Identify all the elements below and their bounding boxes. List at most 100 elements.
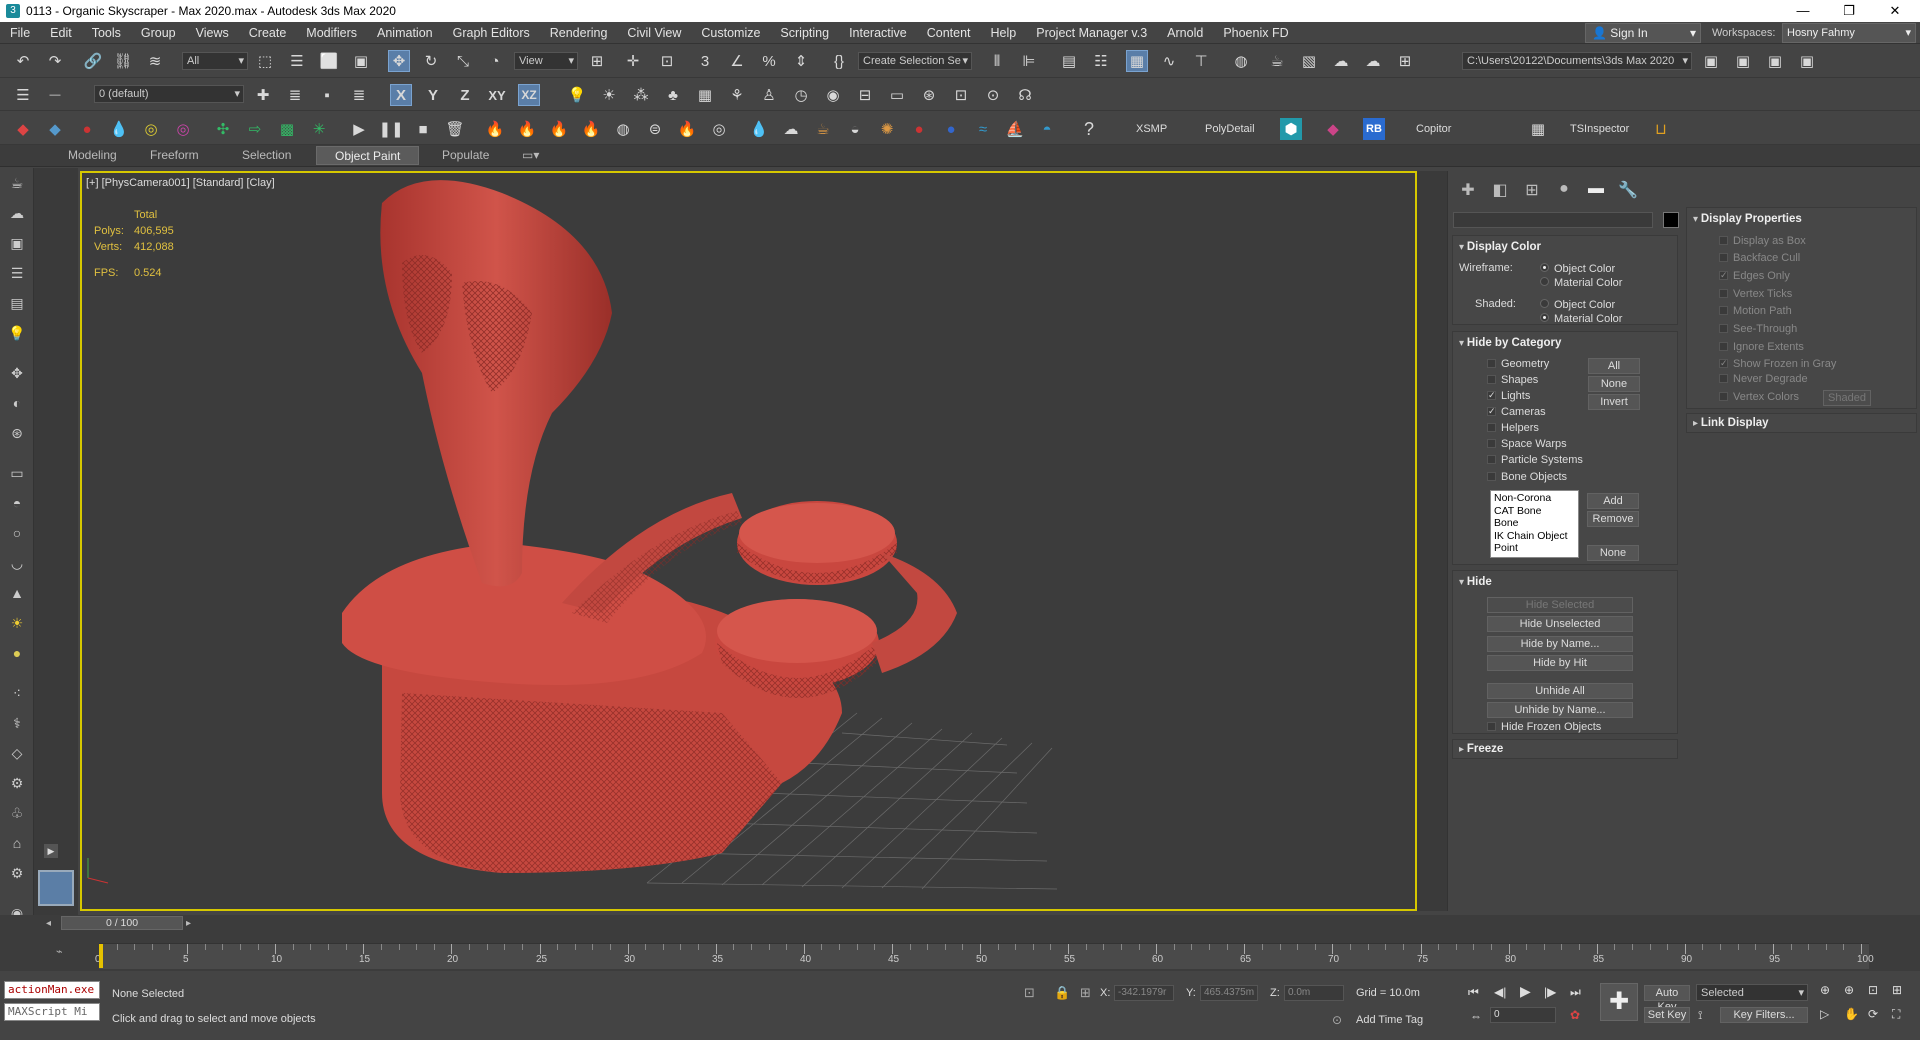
time-slider[interactable]: 0 / 100 <box>61 916 183 930</box>
layer-tools-icon[interactable]: ≣ <box>348 84 370 106</box>
display-tab-icon[interactable]: ▬ <box>1584 180 1608 200</box>
light-icon[interactable]: 💡 <box>566 84 588 106</box>
hide-by-name-button[interactable]: Hide by Name... <box>1487 636 1633 652</box>
swirl-icon[interactable]: ⊜ <box>644 118 666 140</box>
hierarchy-tab-icon[interactable]: ⊞ <box>1520 180 1544 200</box>
undo-icon[interactable]: ↶ <box>12 50 34 72</box>
utilities-tab-icon[interactable]: 🔧 <box>1616 180 1640 200</box>
add-category-button[interactable]: Add <box>1587 493 1639 509</box>
vertex-ticks-checkbox[interactable] <box>1719 289 1728 298</box>
redo-icon[interactable]: ↷ <box>44 50 66 72</box>
axis-y-button[interactable]: Y <box>422 84 444 106</box>
cup-icon[interactable]: ☕ <box>812 118 834 140</box>
wireframe-object-color-radio[interactable] <box>1540 263 1549 272</box>
menu-customize[interactable]: Customize <box>691 22 770 44</box>
scatter-icon[interactable]: ⁖ <box>6 682 28 704</box>
create-layer-icon[interactable]: ✚ <box>252 84 274 106</box>
menu-group[interactable]: Group <box>131 22 186 44</box>
nodes-icon[interactable]: ⊛ <box>6 422 28 444</box>
expand-arrow-icon[interactable]: ▶ <box>44 844 58 858</box>
copitor-button[interactable]: Copitor <box>1416 123 1451 135</box>
clock-icon[interactable]: ◷ <box>790 84 812 106</box>
list-item[interactable]: Non-Corona <box>1494 492 1575 505</box>
pan-icon[interactable]: ✋ <box>1844 1007 1859 1021</box>
go-to-start-icon[interactable]: ⏮ <box>1468 985 1479 1000</box>
tsinspector-button[interactable]: TSInspector <box>1570 123 1629 135</box>
hide-frozen-checkbox[interactable] <box>1487 722 1496 731</box>
project-path-dropdown[interactable]: C:\Users\20122\Documents\3ds Max 2020 ▾ <box>1462 52 1692 70</box>
yellow-circle-icon[interactable]: ◎ <box>140 118 162 140</box>
object-color-swatch[interactable] <box>1663 212 1679 228</box>
menu-project-manager[interactable]: Project Manager v.3 <box>1026 22 1157 44</box>
box-icon[interactable]: ▭ <box>6 462 28 484</box>
shapes-checkbox[interactable] <box>1487 375 1496 384</box>
angle-snap-icon[interactable]: ∠ <box>726 50 748 72</box>
layers-menu-icon[interactable]: ☰ <box>12 84 34 106</box>
maximize-button[interactable]: ❐ <box>1826 0 1872 22</box>
hide-by-category-header[interactable]: Hide by Category <box>1459 337 1562 349</box>
tab-freeform[interactable]: Freeform <box>150 148 199 162</box>
selection-filter-dropdown[interactable]: All ▾ <box>182 52 248 70</box>
all-button[interactable]: All <box>1588 358 1640 374</box>
modify-tab-icon[interactable]: ◧ <box>1488 180 1512 200</box>
zoom-all-icon[interactable]: ⊕ <box>1844 983 1854 997</box>
foam-icon[interactable]: ☁ <box>780 118 802 140</box>
cone-icon[interactable]: ▲ <box>6 582 28 604</box>
green-transform-icon[interactable]: ✣ <box>212 118 234 140</box>
set-key-big-icon[interactable]: ✚ <box>1600 983 1638 1021</box>
go-to-end-icon[interactable]: ⏭ <box>1570 985 1581 1000</box>
lights-checkbox[interactable]: ✓ <box>1487 391 1496 400</box>
blue-drop-icon[interactable]: ● <box>940 118 962 140</box>
trash-icon[interactable]: 🗑 <box>444 118 466 140</box>
motion-path-checkbox[interactable] <box>1719 306 1728 315</box>
menu-scripting[interactable]: Scripting <box>770 22 839 44</box>
cube-tool-icon[interactable]: ⬢ <box>1280 118 1302 140</box>
space-warps-checkbox[interactable] <box>1487 439 1496 448</box>
none-button[interactable]: None <box>1588 376 1640 392</box>
palette-icon[interactable]: ◆ <box>1322 118 1344 140</box>
key-mode-icon[interactable]: ⇔ <box>1470 1009 1482 1023</box>
fire-icon[interactable]: 🔥 <box>548 118 570 140</box>
move-tool-icon[interactable]: ✥ <box>388 50 410 72</box>
red-sphere-icon[interactable]: ● <box>76 118 98 140</box>
display-properties-header[interactable]: Display Properties <box>1693 213 1802 225</box>
render-production-icon[interactable]: ☁ <box>1330 50 1352 72</box>
selection-region-icon[interactable]: ⬜ <box>318 50 340 72</box>
red-drop-icon[interactable]: ● <box>908 118 930 140</box>
maximize-viewport-icon[interactable]: ⛶ <box>1892 1007 1900 1022</box>
menu-modifiers[interactable]: Modifiers <box>296 22 367 44</box>
layer-explorer-icon[interactable]: ☷ <box>1090 50 1112 72</box>
menu-tools[interactable]: Tools <box>82 22 131 44</box>
bulb-icon[interactable]: ☊ <box>1014 84 1036 106</box>
bowl-icon[interactable]: ◒ <box>844 118 866 140</box>
time-config-icon[interactable]: ✿ <box>1570 1008 1580 1022</box>
list-item[interactable]: Point <box>1494 542 1575 555</box>
tool-icon[interactable]: ⌂ <box>6 832 28 854</box>
key-selection-dropdown[interactable]: Selected ▾ <box>1696 984 1808 1001</box>
eye-icon[interactable]: ⊙ <box>982 84 1004 106</box>
invert-button[interactable]: Invert <box>1588 394 1640 410</box>
select-object-icon[interactable]: ⬚ <box>254 50 276 72</box>
add-time-tag-button[interactable]: Add Time Tag <box>1356 1014 1423 1026</box>
bowl-icon[interactable]: ◡ <box>6 552 28 574</box>
ribbon-toggle-icon[interactable]: ▦ <box>1126 50 1148 72</box>
camera-icon[interactable]: ◉ <box>822 84 844 106</box>
layer-visibility-icon[interactable]: — <box>44 84 66 106</box>
project-icon[interactable]: ▣ <box>1764 50 1786 72</box>
select-manipulate-icon[interactable]: ✛ <box>622 50 644 72</box>
geometry-checkbox[interactable] <box>1487 359 1496 368</box>
menu-content[interactable]: Content <box>917 22 981 44</box>
unlink-icon[interactable]: ⛓ <box>112 50 134 72</box>
align-view-icon[interactable]: ⊟ <box>854 84 876 106</box>
render-in-cloud-icon[interactable]: ⊞ <box>1394 50 1416 72</box>
pause-icon[interactable]: ❚❚ <box>378 118 403 140</box>
green-arrow-icon[interactable]: ⇨ <box>244 118 266 140</box>
gizmo-icon[interactable]: ✥ <box>6 362 28 384</box>
cameras-checkbox[interactable]: ✓ <box>1487 407 1496 416</box>
sun-icon[interactable]: ☀ <box>598 84 620 106</box>
sign-in-dropdown[interactable]: 👤 Sign In ▾ <box>1585 23 1701 43</box>
remove-category-button[interactable]: Remove <box>1587 511 1639 527</box>
stop-icon[interactable]: ■ <box>412 118 434 140</box>
layer-dropdown[interactable]: 0 (default) ▾ <box>94 85 244 103</box>
list-item[interactable]: Bone <box>1494 517 1575 530</box>
